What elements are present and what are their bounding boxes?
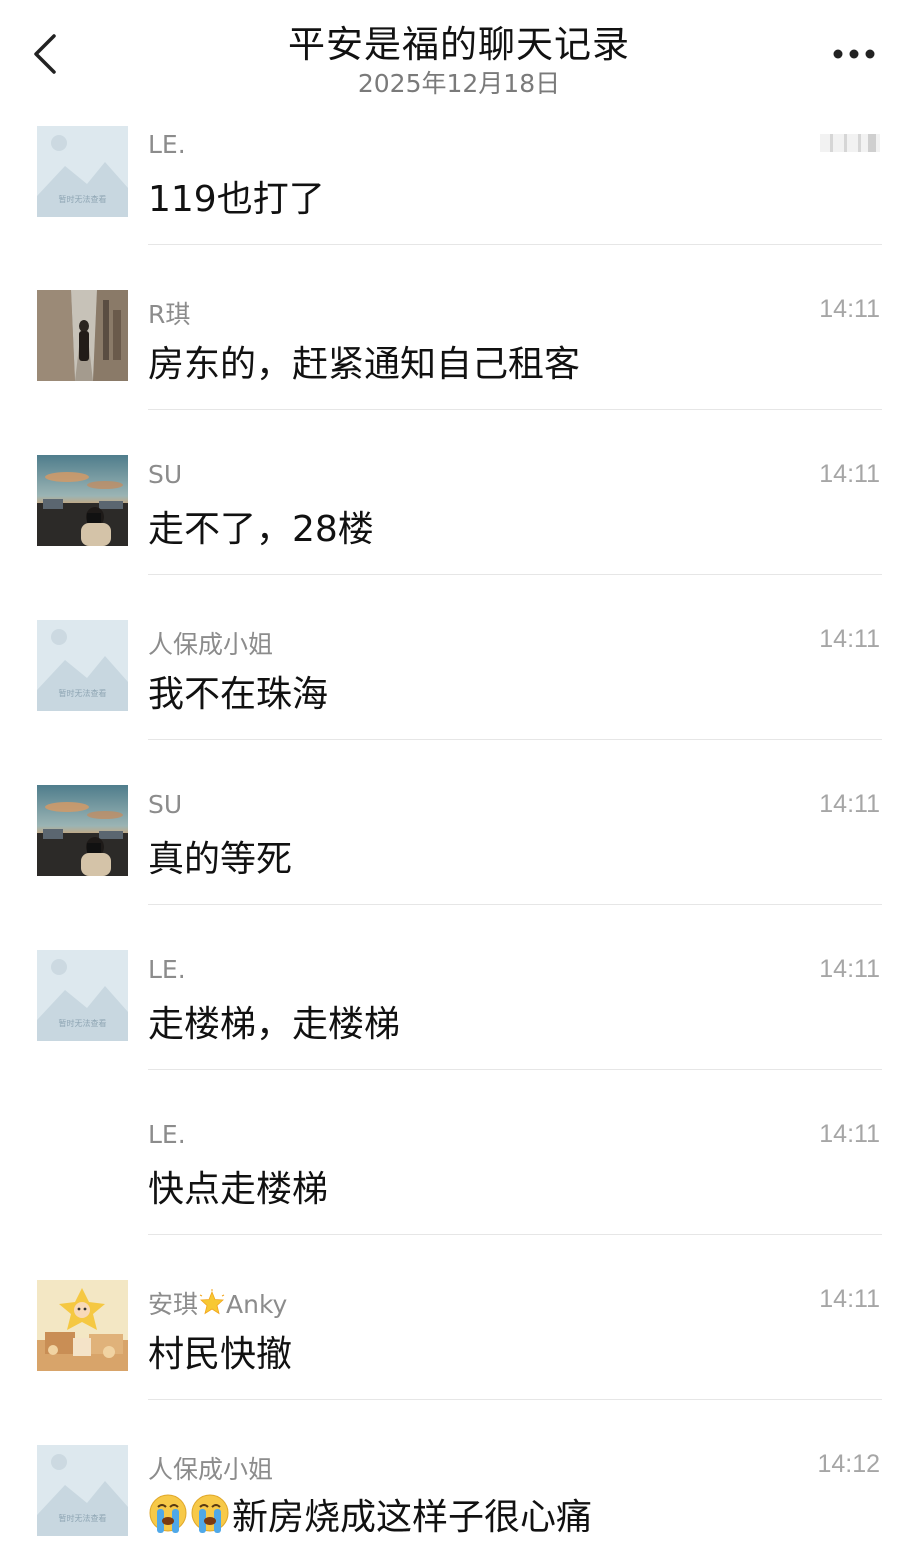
placeholder-caption: 暂时无法查看: [59, 1513, 107, 1523]
divider: [148, 1399, 882, 1400]
message-time: 14:11: [819, 295, 880, 323]
message-item[interactable]: 暂时无法查看 LE. 119也打了: [0, 112, 918, 277]
message-time: 14:11: [819, 955, 880, 983]
message-text: 走不了，28楼: [148, 509, 374, 550]
message-text: 走楼梯，走楼梯: [148, 1004, 401, 1045]
message-text: 快点走楼梯: [148, 1169, 329, 1210]
message-text-content: 新房烧成这样子很心痛: [232, 1497, 593, 1538]
image-placeholder-icon: 暂时无法查看: [37, 126, 128, 217]
message-time: 14:11: [819, 1120, 880, 1148]
divider: [148, 1069, 882, 1070]
message-item[interactable]: LE. 14:11 快点走楼梯: [0, 1102, 918, 1267]
sender-name: SU: [148, 460, 183, 489]
more-icon: [833, 49, 875, 59]
crying-face-icon: [149, 1494, 187, 1533]
message-text: 房东的，赶紧通知自己租客: [148, 344, 581, 385]
divider: [148, 409, 882, 410]
sender-name-prefix: 安琪: [148, 1290, 199, 1319]
message-time: 14:12: [817, 1450, 880, 1478]
sunset-photo-icon: [37, 455, 128, 546]
glowing-star-icon: [199, 1289, 225, 1315]
chat-date: 2025年12月18日: [357, 69, 561, 98]
placeholder-caption: 暂时无法查看: [59, 194, 107, 204]
sender-name: LE.: [148, 955, 186, 984]
image-placeholder-icon: 暂时无法查看: [37, 950, 128, 1041]
divider: [148, 904, 882, 905]
avatar[interactable]: 暂时无法查看: [37, 620, 128, 711]
message-item[interactable]: SU 14:11 真的等死: [0, 772, 918, 937]
placeholder-caption: 暂时无法查看: [59, 1018, 107, 1028]
message-item[interactable]: 暂时无法查看 人保成小姐 14:12 新房烧成这样子很心痛: [0, 1432, 918, 1556]
divider: [148, 574, 882, 575]
header: 平安是福的聊天记录 2025年12月18日: [0, 0, 918, 112]
chat-history-page: 平安是福的聊天记录 2025年12月18日 暂时无法查看 LE. 119也打了 …: [0, 0, 918, 1556]
avatar[interactable]: [37, 1280, 128, 1371]
avatar[interactable]: 暂时无法查看: [37, 1445, 128, 1536]
message-item[interactable]: 安琪 Anky 14:11 村民快撤: [0, 1267, 918, 1432]
message-item[interactable]: 暂时无法查看 人保成小姐 14:11 我不在珠海: [0, 607, 918, 772]
message-time: 14:11: [819, 790, 880, 818]
message-item[interactable]: R琪 14:11 房东的，赶紧通知自己租客: [0, 277, 918, 442]
sender-name-suffix: Anky: [226, 1290, 288, 1319]
image-placeholder-icon: 暂时无法查看: [37, 620, 128, 711]
avatar[interactable]: [37, 290, 128, 381]
message-time: 14:11: [819, 460, 880, 488]
sender-name: LE.: [148, 130, 186, 159]
blurred-time-icon: [820, 134, 880, 152]
message-text: 真的等死: [148, 839, 293, 880]
avatar[interactable]: 暂时无法查看: [37, 950, 128, 1041]
sender-name: 人保成小姐: [148, 1455, 274, 1484]
alley-photo-icon: [37, 290, 128, 381]
message-text: 我不在珠海: [148, 674, 329, 715]
avatar[interactable]: 暂时无法查看: [37, 126, 128, 217]
message-text: 村民快撤: [148, 1334, 293, 1375]
avatar[interactable]: [37, 455, 128, 546]
message-text: 新房烧成这样子很心痛: [148, 1488, 592, 1540]
message-time: 14:11: [819, 625, 880, 653]
sender-name: LE.: [148, 1120, 186, 1149]
message-text: 119也打了: [148, 179, 325, 220]
divider: [148, 1234, 882, 1235]
message-item[interactable]: SU 14:11 走不了，28楼: [0, 442, 918, 607]
message-time: 14:11: [819, 1285, 880, 1313]
sender-name: 安琪 Anky: [148, 1285, 287, 1321]
page-title: 平安是福的聊天记录: [288, 23, 630, 66]
more-button[interactable]: [826, 40, 882, 68]
image-placeholder-icon: 暂时无法查看: [37, 1445, 128, 1536]
sender-name: R琪: [148, 300, 191, 329]
sender-name: SU: [148, 790, 183, 819]
toy-photo-icon: [37, 1280, 128, 1371]
avatar[interactable]: [37, 785, 128, 876]
divider: [148, 244, 882, 245]
sunset-photo-icon: [37, 785, 128, 876]
divider: [148, 739, 882, 740]
message-item[interactable]: 暂时无法查看 LE. 14:11 走楼梯，走楼梯: [0, 937, 918, 1102]
crying-face-icon: [191, 1494, 229, 1533]
placeholder-caption: 暂时无法查看: [59, 688, 107, 698]
sender-name: 人保成小姐: [148, 630, 274, 659]
